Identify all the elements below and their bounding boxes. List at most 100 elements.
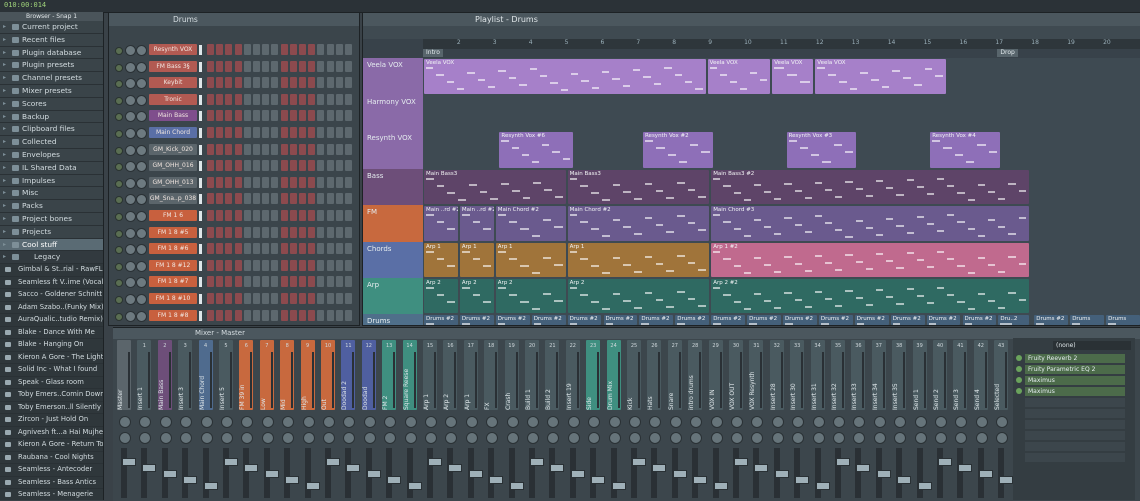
mixer-strip[interactable]: 16 Arp 2 <box>443 340 463 500</box>
step-button[interactable] <box>289 127 297 138</box>
fx-slot[interactable]: Fruity Parametric EQ 2 <box>1025 365 1125 374</box>
channel-name-button[interactable]: FM Bass 3§ <box>149 60 197 72</box>
step-button[interactable] <box>308 193 316 205</box>
browser-item[interactable]: ▸ Channel presets <box>0 72 103 85</box>
step-button[interactable] <box>280 93 288 105</box>
browser-item[interactable]: ▸ Packs <box>0 200 103 213</box>
mixer-stereo-knob[interactable] <box>302 432 315 444</box>
mixer-strip[interactable]: 28 intro drums <box>688 340 708 500</box>
mixer-volume-fader[interactable] <box>508 448 524 498</box>
step-button[interactable] <box>243 193 251 205</box>
pattern-clip[interactable]: Drums #2 <box>711 315 746 325</box>
channel-pan-knob[interactable] <box>125 277 136 289</box>
pattern-clip[interactable]: Arp 2 <box>424 279 458 313</box>
step-button[interactable] <box>280 210 288 221</box>
track-lane[interactable]: Veela VOX Veela VOX Veela VOX Veela VOX <box>423 58 1140 96</box>
mixer-volume-fader[interactable] <box>161 448 177 498</box>
step-button[interactable] <box>308 309 316 321</box>
mixer-volume-fader[interactable] <box>284 448 300 498</box>
step-button[interactable] <box>280 193 288 205</box>
mixer-stereo-knob[interactable] <box>731 432 743 444</box>
mixer-stereo-knob[interactable] <box>241 432 254 444</box>
mixer-pan-knob[interactable] <box>812 416 825 428</box>
step-button[interactable] <box>335 309 343 321</box>
fader-cap[interactable] <box>366 470 381 478</box>
step-button[interactable] <box>225 176 233 188</box>
step-button[interactable] <box>243 160 251 172</box>
channel-volume-knob[interactable] <box>136 260 147 272</box>
step-button[interactable] <box>345 127 352 138</box>
mixer-strip[interactable]: 6 FM 39 in <box>239 340 259 500</box>
fx-slot[interactable]: Maximus <box>1025 376 1125 385</box>
mixer-strip[interactable]: 37 Insert 34 <box>871 340 891 500</box>
pattern-clip[interactable]: Main Chord #2 <box>495 206 566 241</box>
mixer-strip[interactable]: 27 Snare <box>667 340 687 500</box>
mixer-stereo-knob[interactable] <box>792 432 805 444</box>
channel-name-button[interactable]: FM 1 6 <box>149 210 197 221</box>
step-button[interactable] <box>225 93 233 105</box>
browser-file[interactable]: Seamless ft V..ime (Vocal) <box>0 276 103 290</box>
step-button[interactable] <box>326 259 334 271</box>
step-button[interactable] <box>216 127 224 138</box>
pattern-clip[interactable]: Arp 1 <box>459 243 494 277</box>
mixer-volume-fader[interactable] <box>855 448 871 498</box>
fx-empty-slot[interactable] <box>1025 453 1125 462</box>
step-button[interactable] <box>326 127 334 138</box>
step-button[interactable] <box>243 93 251 105</box>
track-lane[interactable]: Arp 2 Arp 2 Arp 2 Arp 2 Arp 2 #2 <box>423 278 1140 315</box>
step-button[interactable] <box>299 226 306 238</box>
mixer-volume-fader[interactable] <box>529 448 544 498</box>
step-button[interactable] <box>225 309 233 321</box>
channel-mute-led[interactable] <box>115 113 123 122</box>
channel-name-button[interactable]: FM 1 8 #8 <box>149 309 197 321</box>
mixer-stereo-knob[interactable] <box>384 432 397 444</box>
mixer-volume-fader[interactable] <box>447 448 463 498</box>
mixer-strip[interactable]: 22 Insert 19 <box>565 340 585 500</box>
mixer-pan-knob[interactable] <box>894 416 907 428</box>
browser-file[interactable]: AuraQualic..tudio Remix) <box>0 314 103 327</box>
mixer-strip[interactable]: 39 Send 1 <box>912 340 932 500</box>
channel-name-button[interactable]: Main Chord <box>149 127 197 138</box>
mixer-volume-fader[interactable] <box>814 448 830 498</box>
mixer-volume-fader[interactable] <box>569 448 585 498</box>
step-button[interactable] <box>216 93 224 105</box>
step-button[interactable] <box>216 60 224 72</box>
fader-cap[interactable] <box>652 464 667 472</box>
mixer-pan-knob[interactable] <box>486 416 499 428</box>
mixer-pan-knob[interactable] <box>914 416 927 428</box>
step-button[interactable] <box>280 60 288 72</box>
fader-cap[interactable] <box>713 482 728 490</box>
step-button[interactable] <box>335 193 343 205</box>
step-button[interactable] <box>225 127 233 138</box>
step-button[interactable] <box>326 276 334 288</box>
mixer-volume-fader[interactable] <box>406 448 422 498</box>
mixer-volume-fader[interactable] <box>345 448 361 498</box>
fader-cap[interactable] <box>550 464 565 472</box>
browser-item[interactable]: ▸ Legacy <box>0 251 103 265</box>
mixer-strip[interactable]: 34 Insert 31 <box>810 340 830 500</box>
playlist-title[interactable]: Playlist - Drums <box>363 13 1140 26</box>
mixer-stereo-knob[interactable] <box>853 432 866 444</box>
mixer-title[interactable]: Mixer - Master <box>113 328 1140 339</box>
channel-name-button[interactable]: FM 1 8 #10 <box>149 293 197 304</box>
fx-enable-led[interactable] <box>1016 388 1022 394</box>
channel-mute-led[interactable] <box>115 312 123 321</box>
pattern-clip[interactable]: Drums #2 <box>459 315 494 325</box>
step-button[interactable] <box>216 160 224 172</box>
step-button[interactable] <box>299 176 306 188</box>
pattern-clip[interactable]: Arp 2 #2 <box>711 279 1029 313</box>
mixer-stereo-knob[interactable] <box>425 432 437 444</box>
step-button[interactable] <box>243 259 251 271</box>
mixer-pan-knob[interactable] <box>690 416 703 428</box>
mixer-strip[interactable]: 19 Crash <box>504 340 524 500</box>
step-button[interactable] <box>289 143 297 155</box>
mixer-volume-fader[interactable] <box>896 448 912 498</box>
mixer-pan-knob[interactable] <box>833 416 845 428</box>
step-button[interactable] <box>280 127 288 138</box>
channel-mute-led[interactable] <box>115 47 123 55</box>
mixer-pan-knob[interactable] <box>384 416 397 428</box>
mixer-volume-fader[interactable] <box>733 448 748 498</box>
pattern-clip[interactable]: Arp 2 <box>567 279 710 313</box>
fader-cap[interactable] <box>591 476 606 484</box>
fader-cap[interactable] <box>795 476 810 484</box>
